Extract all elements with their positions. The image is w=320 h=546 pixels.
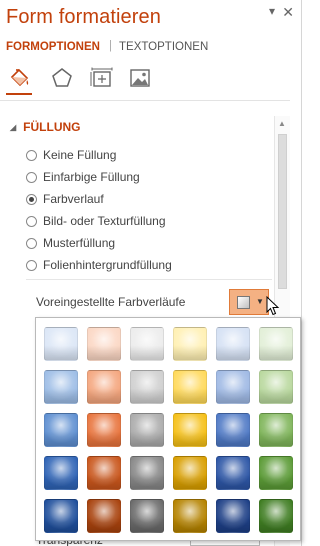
gradient-swatch-blue-5[interactable] <box>44 499 78 533</box>
radio-label[interactable]: Farbverlauf <box>43 192 104 206</box>
gradient-swatch-green-5[interactable] <box>259 499 293 533</box>
gradient-swatch-blue-2[interactable] <box>44 370 78 404</box>
radio-label[interactable]: Einfarbige Füllung <box>43 170 140 184</box>
effects-pentagon-icon[interactable] <box>50 66 74 90</box>
gradient-swatch-gray-3[interactable] <box>130 413 164 447</box>
picture-icon[interactable] <box>128 66 152 90</box>
gradient-swatch-green-3[interactable] <box>259 413 293 447</box>
gradient-swatch-blue-1[interactable] <box>44 327 78 361</box>
preset-gradients-dropdown[interactable]: ▼ <box>229 289 269 315</box>
gradient-swatch-dark-blue-1[interactable] <box>216 327 250 361</box>
pane-title: Form formatieren <box>6 6 161 28</box>
gradient-swatch-gold-4[interactable] <box>173 456 207 490</box>
radio-label[interactable]: Musterfüllung <box>43 236 115 250</box>
size-properties-icon[interactable] <box>90 66 114 90</box>
radio-icon[interactable] <box>26 216 37 227</box>
scroll-thumb[interactable] <box>278 134 287 289</box>
radio-icon[interactable] <box>26 260 37 271</box>
gradient-swatch-orange-4[interactable] <box>87 456 121 490</box>
radio-selected-icon[interactable] <box>26 194 37 205</box>
scroll-up-icon[interactable]: ▲ <box>278 119 286 128</box>
section-title: FÜLLUNG <box>23 120 81 134</box>
gradient-swatch-green-4[interactable] <box>259 456 293 490</box>
header-divider <box>0 100 290 101</box>
fill-line-icon[interactable] <box>6 66 32 95</box>
format-shape-pane: Form formatieren ▾ ✕ FORMOPTIONEN | TEXT… <box>0 0 302 546</box>
options-divider <box>26 279 272 280</box>
tab-text-options[interactable]: TEXTOPTIONEN <box>119 41 208 53</box>
gradient-swatch-orange-3[interactable] <box>87 413 121 447</box>
gradient-swatch-dark-blue-5[interactable] <box>216 499 250 533</box>
radio-icon[interactable] <box>26 172 37 183</box>
radio-label[interactable]: Folienhintergrundfüllung <box>43 258 172 272</box>
tab-separator: | <box>109 40 112 52</box>
gradient-swatch-orange-2[interactable] <box>87 370 121 404</box>
mouse-cursor-icon <box>266 296 280 316</box>
gradient-swatch-orange-5[interactable] <box>87 499 121 533</box>
dropdown-arrow-icon[interactable]: ▼ <box>256 297 264 306</box>
pane-options-icon[interactable]: ▾ <box>269 4 275 18</box>
gradient-swatch-dark-blue-2[interactable] <box>216 370 250 404</box>
gradient-swatch-blue-4[interactable] <box>44 456 78 490</box>
selected-category-underline <box>6 93 32 95</box>
gradient-swatch-gray-2[interactable] <box>130 370 164 404</box>
collapse-icon[interactable]: ◢ <box>10 123 16 132</box>
close-icon[interactable]: ✕ <box>282 4 294 21</box>
radio-icon[interactable] <box>26 238 37 249</box>
gradient-swatch-gold-3[interactable] <box>173 413 207 447</box>
radio-icon[interactable] <box>26 150 37 161</box>
section-fill-header[interactable]: ◢ FÜLLUNG <box>10 120 80 134</box>
gradient-swatch-orange-1[interactable] <box>87 327 121 361</box>
radio-label[interactable]: Bild- oder Texturfüllung <box>43 214 166 228</box>
gradient-swatch-gold-2[interactable] <box>173 370 207 404</box>
gradient-swatch-gray-5[interactable] <box>130 499 164 533</box>
gradient-swatch-blue-3[interactable] <box>44 413 78 447</box>
gradient-swatch-gold-5[interactable] <box>173 499 207 533</box>
gradient-swatch-dark-blue-4[interactable] <box>216 456 250 490</box>
radio-label[interactable]: Keine Füllung <box>43 148 116 162</box>
gradient-swatch-green-1[interactable] <box>259 327 293 361</box>
tab-shape-options[interactable]: FORMOPTIONEN <box>6 41 100 53</box>
gradient-swatch-green-2[interactable] <box>259 370 293 404</box>
gradient-swatch-dark-blue-3[interactable] <box>216 413 250 447</box>
gradient-swatch-gray-4[interactable] <box>130 456 164 490</box>
preset-gradients-label: Voreingestellte Farbverläufe <box>36 295 186 309</box>
preset-gradient-gallery <box>35 317 301 541</box>
gradient-swatch-gray-1[interactable] <box>130 327 164 361</box>
gradient-swatch-gold-1[interactable] <box>173 327 207 361</box>
gradient-swatch-icon <box>237 296 250 309</box>
